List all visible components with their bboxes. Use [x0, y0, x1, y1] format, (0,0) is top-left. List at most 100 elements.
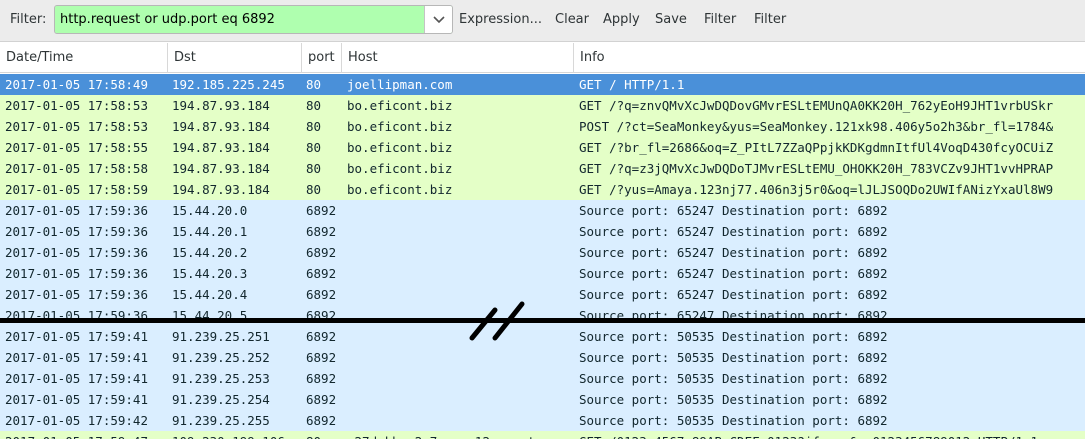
cell-host	[347, 389, 573, 410]
cell-host	[347, 410, 573, 431]
cell-dst: 15.44.20.4	[172, 287, 248, 302]
cell-host	[347, 200, 573, 221]
cell-info: GET /?q=z3jQMvXcJwDQDoTJMvrESLtEMU_OHOKK…	[579, 161, 1054, 176]
cell-datetime: 2017-01-05 17:58:59	[5, 182, 148, 197]
cell-port: 80	[306, 140, 322, 155]
cell-datetime: 2017-01-05 17:59:36	[5, 266, 148, 281]
cell-port: 6892	[306, 287, 337, 302]
packet-row[interactable]: 2017-01-05 17:59:36 15.44.20.3 6892 Source …	[0, 263, 1085, 284]
packet-row[interactable]: 2017-01-05 17:59:41 91.239.25.254 6892 Sour…	[0, 389, 1085, 410]
packet-row[interactable]: 2017-01-05 17:59:36 15.44.20.1 6892 Source …	[0, 221, 1085, 242]
column-header-info[interactable]: Info	[574, 43, 1085, 73]
packet-row[interactable]: 2017-01-05 17:58:53 194.87.93.184 80 bo.efi…	[0, 116, 1085, 137]
clear-button[interactable]: Clear	[555, 12, 589, 27]
packet-list: 2017-01-05 17:58:49 192.185.225.245 80 joel…	[0, 74, 1085, 439]
cell-host: bo.eficont.biz	[347, 140, 453, 155]
packet-row[interactable]: 2017-01-05 17:59:36 15.44.20.4 6892 Source …	[0, 284, 1085, 305]
packet-row[interactable]: 2017-01-05 17:58:49 192.185.225.245 80 joel…	[0, 74, 1085, 95]
cell-port: 6892	[306, 371, 337, 386]
filter-history-dropdown[interactable]	[424, 6, 452, 33]
cell-port: 80	[306, 431, 342, 439]
cell-port: 80	[306, 161, 322, 176]
cell-datetime: 2017-01-05 17:59:36	[5, 203, 148, 218]
cell-host	[347, 221, 573, 242]
cell-info: Source port: 50535 Destination port: 689…	[579, 392, 888, 407]
cell-info: Source port: 50535 Destination port: 689…	[579, 413, 888, 428]
cell-port: 6892	[306, 224, 337, 239]
cell-host: bo.eficont.biz	[347, 119, 453, 134]
cell-port: 6892	[306, 392, 337, 407]
cell-dst: 91.239.25.251	[172, 329, 270, 344]
packet-row[interactable]: 2017-01-05 17:59:41 91.239.25.252 6892 Sour…	[0, 347, 1085, 368]
column-header-datetime[interactable]: Date/Time	[0, 43, 168, 73]
cell-dst: 91.239.25.254	[172, 392, 270, 407]
cell-info: GET / HTTP/1.1	[579, 77, 685, 92]
column-header-port[interactable]: port	[302, 43, 342, 73]
packet-row[interactable]: 2017-01-05 17:59:41 91.239.25.253 6892 Sour…	[0, 368, 1085, 389]
cell-port: 6892	[306, 266, 337, 281]
cell-datetime: 2017-01-05 17:59:41	[5, 350, 148, 365]
column-header-dst[interactable]: Dst	[168, 43, 302, 73]
cell-dst: 91.239.25.255	[172, 413, 270, 428]
packet-row[interactable]: 2017-01-05 17:58:59 194.87.93.184 80 bo.efi…	[0, 179, 1085, 200]
packet-row[interactable]: 2017-01-05 17:58:55 194.87.93.184 80 bo.efi…	[0, 137, 1085, 158]
cell-port: 80	[306, 77, 322, 92]
cell-dst: 194.87.93.184	[172, 119, 270, 134]
cell-host	[347, 326, 573, 347]
packet-row[interactable]: 2017-01-05 17:59:41 91.239.25.251 6892 Sour…	[0, 326, 1085, 347]
cell-dst: 194.87.93.184	[172, 140, 270, 155]
cell-info: Source port: 65247 Destination port: 689…	[579, 266, 888, 281]
save-button[interactable]: Save	[655, 12, 687, 27]
cell-datetime: 2017-01-05 17:59:41	[5, 392, 148, 407]
packet-row[interactable]: 2017-01-05 17:58:53 194.87.93.184 80 bo.efi…	[0, 95, 1085, 116]
cell-host: joellipman.com	[347, 77, 453, 92]
apply-button[interactable]: Apply	[603, 12, 640, 27]
cell-port: 6892	[306, 350, 337, 365]
cell-datetime: 2017-01-05 17:59:47	[5, 431, 170, 439]
cell-info: POST /?ct=SeaMonkey&yus=SeaMonkey.121xk9…	[579, 119, 1054, 134]
cell-port: 6892	[306, 203, 337, 218]
packet-list-header: Date/Time Dst port Host Info	[0, 43, 1085, 73]
expression-button[interactable]: Expression...	[459, 12, 542, 27]
cell-dst: 91.239.25.252	[172, 350, 270, 365]
filter-button-2[interactable]: Filter	[754, 12, 786, 27]
filter-button-1[interactable]: Filter	[704, 12, 736, 27]
cell-info: GET /?q=znvQMvXcJwDQDovGMvrESLtEMUnQA0KK…	[579, 98, 1054, 113]
cell-host: p27dokhpz2n7nvgr.12nypw.top	[347, 431, 573, 439]
chevron-down-icon	[432, 15, 445, 23]
cell-port: 80	[306, 182, 322, 197]
cell-dst: 194.87.93.184	[172, 182, 270, 197]
cell-datetime: 2017-01-05 17:59:41	[5, 329, 148, 344]
cell-port: 6892	[306, 245, 337, 260]
cell-info: Source port: 65247 Destination port: 689…	[579, 287, 888, 302]
cell-info: Source port: 65247 Destination port: 689…	[579, 245, 888, 260]
packet-row[interactable]: 2017-01-05 17:59:42 91.239.25.255 6892 Sour…	[0, 410, 1085, 431]
packet-row[interactable]: 2017-01-05 17:59:36 15.44.20.0 6892 Source …	[0, 200, 1085, 221]
cell-datetime: 2017-01-05 17:59:36	[5, 245, 148, 260]
cell-datetime: 2017-01-05 17:58:53	[5, 98, 148, 113]
display-filter-box[interactable]	[54, 5, 453, 34]
packet-row[interactable]: 2017-01-05 17:59:47109.230.199.10680 p27d…	[0, 431, 1085, 439]
cell-host	[347, 368, 573, 389]
cell-dst: 15.44.20.0	[172, 203, 248, 218]
cell-port: 6892	[306, 413, 337, 428]
display-filter-input[interactable]	[55, 6, 424, 33]
cell-info: Source port: 50535 Destination port: 689…	[579, 329, 888, 344]
cell-dst: 194.87.93.184	[172, 161, 270, 176]
cell-datetime: 2017-01-05 17:59:36	[5, 224, 148, 239]
column-header-host[interactable]: Host	[342, 43, 574, 73]
cell-info: GET /?yus=Amaya.123nj77.406n3j5r0&oq=lJL…	[579, 182, 1054, 197]
cell-info: Source port: 65247 Destination port: 689…	[579, 224, 888, 239]
cell-port: 6892	[306, 329, 337, 344]
cell-datetime: 2017-01-05 17:58:58	[5, 161, 148, 176]
packet-row[interactable]: 2017-01-05 17:59:36 15.44.20.2 6892 Source …	[0, 242, 1085, 263]
cell-info: GET /0123-4567-89AB-CDEF-0123?iframe&_=0…	[579, 431, 1085, 439]
break-slash-icon	[469, 301, 525, 341]
cell-host: bo.eficont.biz	[347, 182, 453, 197]
cell-datetime: 2017-01-05 17:58:49	[5, 77, 148, 92]
packet-row[interactable]: 2017-01-05 17:58:58 194.87.93.184 80 bo.efi…	[0, 158, 1085, 179]
cell-dst: 15.44.20.1	[172, 224, 248, 239]
cell-info: Source port: 50535 Destination port: 689…	[579, 371, 888, 386]
filter-label: Filter:	[10, 12, 47, 27]
cell-port: 80	[306, 98, 322, 113]
